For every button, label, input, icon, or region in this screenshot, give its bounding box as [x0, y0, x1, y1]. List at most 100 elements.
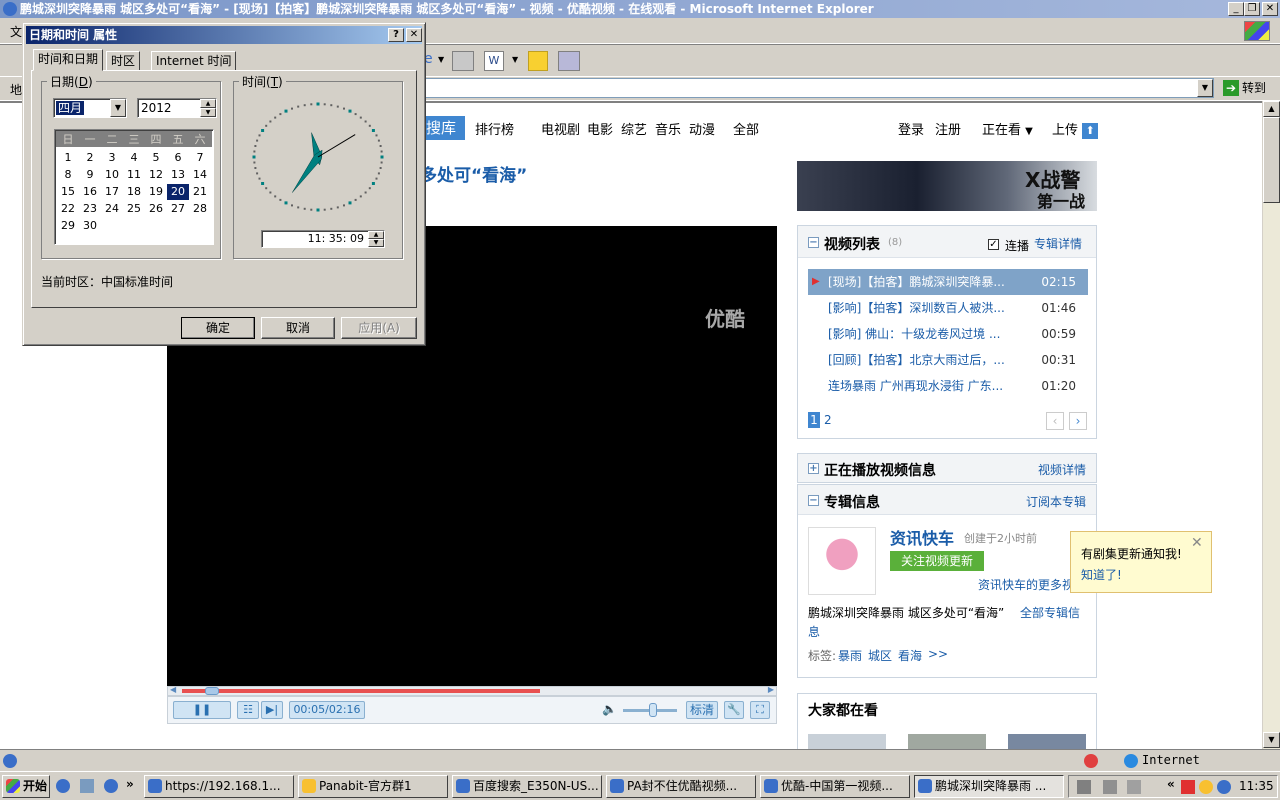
close-icon[interactable]: ✕: [1191, 535, 1203, 551]
rewind-icon[interactable]: ◀: [170, 685, 176, 694]
calendar-day[interactable]: 23: [79, 201, 101, 217]
minimize-button[interactable]: _: [1228, 2, 1244, 16]
calendar-day[interactable]: 24: [101, 201, 123, 217]
all-album-info-link-cont[interactable]: 息: [808, 623, 820, 640]
collapse-icon[interactable]: −: [808, 495, 819, 506]
year-spinner[interactable]: 2012 ▲ ▼: [137, 98, 217, 118]
nav-ranking[interactable]: 排行榜: [475, 119, 514, 138]
calendar-day[interactable]: 29: [57, 218, 79, 234]
tray-expand-icon[interactable]: «: [1167, 777, 1175, 791]
quality-button[interactable]: 标清: [686, 701, 718, 719]
edit-word-icon[interactable]: W: [484, 51, 504, 71]
calendar-day-selected[interactable]: 20: [167, 184, 189, 200]
calendar-day[interactable]: 1: [57, 150, 79, 166]
spin-down-icon[interactable]: ▼: [368, 239, 384, 247]
playlist-item-active[interactable]: ▶ [现场]【拍客】鹏城深圳突降暴... 02:15: [808, 269, 1088, 295]
vertical-scrollbar[interactable]: ▲ ▼: [1262, 101, 1280, 749]
calendar-day[interactable]: 22: [57, 201, 79, 217]
tray-icon[interactable]: [1077, 780, 1091, 794]
calendar-day[interactable]: 19: [145, 184, 167, 200]
clock[interactable]: 11:35: [1239, 779, 1274, 793]
ie-quicklaunch-icon[interactable]: [56, 779, 70, 793]
ie-menu-icon[interactable]: e: [424, 51, 438, 69]
album-name[interactable]: 资讯快车: [890, 525, 954, 549]
spin-up-icon[interactable]: ▲: [368, 231, 384, 239]
tag-link[interactable]: 暴雨: [838, 647, 862, 664]
progress-thumb[interactable]: [205, 687, 220, 695]
nav-tv[interactable]: 电视剧: [541, 119, 580, 138]
spin-down-icon[interactable]: ▼: [200, 108, 216, 117]
month-select[interactable]: 四月 ▼: [53, 98, 127, 118]
menu-file[interactable]: 文: [10, 23, 22, 40]
ie2-quicklaunch-icon[interactable]: [104, 779, 118, 793]
tray-icon[interactable]: [1127, 780, 1141, 794]
collapse-icon[interactable]: −: [808, 237, 819, 248]
upload-button[interactable]: 上传 ⬆: [1052, 119, 1099, 139]
expand-icon[interactable]: +: [808, 463, 819, 474]
calendar-day[interactable]: 12: [145, 167, 167, 183]
time-spinner[interactable]: 11: 35: 09 ▲ ▼: [261, 230, 385, 248]
calendar-day[interactable]: 26: [145, 201, 167, 217]
playlist-item[interactable]: [影响] 佛山：十级龙卷风过境 ... 00:59: [808, 321, 1088, 347]
calendar-day[interactable]: 9: [79, 167, 101, 183]
page-1-button[interactable]: 1: [808, 412, 820, 428]
thumbnail[interactable]: [808, 734, 886, 749]
calendar-day[interactable]: 3: [101, 150, 123, 166]
task-button[interactable]: https://192.168.1...: [144, 775, 294, 798]
calendar-day[interactable]: 13: [167, 167, 189, 183]
outlook-quicklaunch-icon[interactable]: [80, 779, 94, 793]
register-link[interactable]: 注册: [935, 119, 961, 138]
follow-button[interactable]: 关注视频更新: [890, 551, 984, 571]
chevron-down-icon[interactable]: ▼: [512, 55, 518, 64]
page-2-button[interactable]: 2: [824, 413, 832, 427]
prev-page-icon[interactable]: ‹: [1046, 412, 1064, 430]
tag-link[interactable]: 看海: [898, 647, 922, 664]
chevron-down-icon[interactable]: ▼: [438, 55, 444, 64]
nav-movie[interactable]: 电影: [587, 119, 613, 138]
calendar-day[interactable]: 25: [123, 201, 145, 217]
watching-menu[interactable]: 正在看 ▼: [982, 119, 1033, 138]
task-button-active[interactable]: 鹏城深圳突降暴雨 ...: [914, 775, 1064, 798]
nav-all[interactable]: 全部: [733, 119, 759, 138]
popup-dismiss-link[interactable]: 知道了!: [1081, 566, 1122, 583]
calendar-day[interactable]: 6: [167, 150, 189, 166]
nav-anime[interactable]: 动漫: [689, 119, 715, 138]
calendar-day[interactable]: 7: [189, 150, 211, 166]
calendar-grid[interactable]: 日一二三四五六 1 2 3 4 5 6 7 8 9 10 11 12 13 14 15 16 17 18 19 20 21…: [54, 129, 214, 245]
calendar-day[interactable]: 21: [189, 184, 211, 200]
scroll-thumb[interactable]: [1263, 117, 1280, 203]
calendar-day[interactable]: 2: [79, 150, 101, 166]
nav-music[interactable]: 音乐: [655, 119, 681, 138]
cancel-button[interactable]: 取消: [261, 317, 335, 339]
chevron-down-icon[interactable]: ▼: [110, 99, 126, 117]
login-link[interactable]: 登录: [898, 119, 924, 138]
thumbnail[interactable]: [1008, 734, 1086, 749]
print-icon[interactable]: [452, 51, 474, 71]
volume-thumb[interactable]: [649, 703, 657, 717]
tags-more-link[interactable]: >>: [928, 647, 948, 661]
calendar-day[interactable]: 27: [167, 201, 189, 217]
task-button[interactable]: 优酷-中国第一视频...: [760, 775, 910, 798]
help-button[interactable]: ?: [388, 28, 404, 42]
forward-icon[interactable]: ▶: [768, 685, 774, 694]
ad-banner[interactable]: X战警 第一战: [797, 161, 1097, 211]
next-page-icon[interactable]: ›: [1069, 412, 1087, 430]
settings-wrench-icon[interactable]: 🔧: [724, 701, 744, 719]
calendar-day[interactable]: 30: [79, 218, 101, 234]
task-button[interactable]: PA封不住优酷视频...: [606, 775, 756, 798]
tray-icon[interactable]: [1181, 780, 1195, 794]
note-icon[interactable]: [528, 51, 548, 71]
calendar-day[interactable]: 14: [189, 167, 211, 183]
calendar-day[interactable]: 28: [189, 201, 211, 217]
album-avatar[interactable]: [808, 527, 876, 595]
calendar-day[interactable]: 16: [79, 184, 101, 200]
all-album-info-link[interactable]: 全部专辑信: [1020, 604, 1080, 621]
spin-up-icon[interactable]: ▲: [200, 99, 216, 108]
calendar-day[interactable]: 11: [123, 167, 145, 183]
go-button[interactable]: ➔ 转到: [1220, 78, 1276, 98]
dialog-close-button[interactable]: ✕: [406, 28, 422, 42]
task-button[interactable]: Panabit-官方群1: [298, 775, 448, 798]
calendar-day[interactable]: 10: [101, 167, 123, 183]
tab-timezone[interactable]: 时区: [106, 51, 141, 71]
calendar-day[interactable]: 17: [101, 184, 123, 200]
